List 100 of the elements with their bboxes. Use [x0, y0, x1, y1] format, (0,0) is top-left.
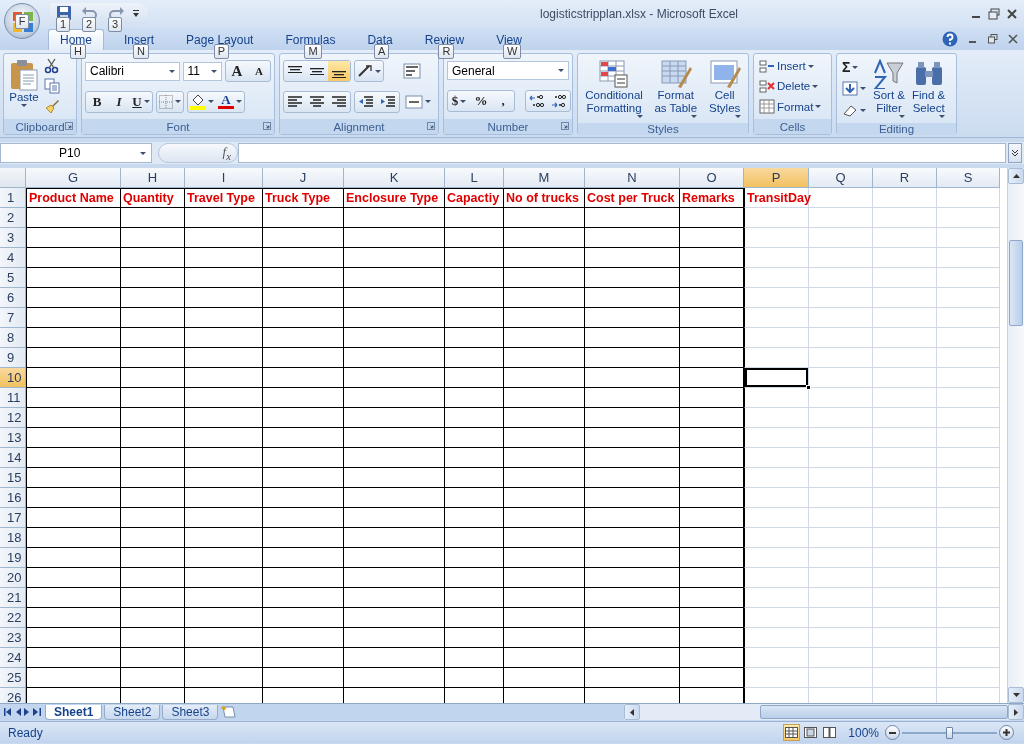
horizontal-scrollbar[interactable] — [624, 704, 1024, 720]
ribbon-button[interactable]: Delete — [757, 78, 824, 95]
ribbon-button[interactable]: Insert — [757, 57, 824, 75]
slider-thumb[interactable] — [945, 726, 953, 739]
first-sheet-icon[interactable] — [4, 708, 12, 716]
caret-icon[interactable] — [211, 69, 217, 73]
caret-icon[interactable] — [460, 99, 467, 103]
row-header[interactable]: 25 — [0, 668, 26, 688]
paintbrush-icon[interactable] — [44, 98, 60, 115]
column-header[interactable]: G — [26, 168, 121, 188]
sheet-tab[interactable]: Sheet2 — [104, 704, 161, 720]
percent-button[interactable]: % — [470, 91, 492, 111]
customize-caret-icon[interactable] — [132, 10, 140, 18]
close-icon[interactable] — [1006, 8, 1018, 20]
caret-icon[interactable] — [168, 69, 175, 73]
ribbon-button[interactable]: Conditional Formatting — [583, 57, 645, 120]
formula-field[interactable] — [238, 143, 1006, 163]
caret-icon[interactable] — [812, 85, 819, 88]
caret-icon[interactable] — [899, 115, 905, 118]
scrollbar-thumb[interactable] — [759, 705, 1009, 719]
row-header[interactable]: 5 — [0, 268, 26, 288]
restore-icon[interactable] — [988, 34, 998, 44]
column-header[interactable]: Q — [809, 168, 873, 188]
row-header[interactable]: 3 — [0, 228, 26, 248]
dialog-launcher-icon[interactable] — [561, 122, 569, 130]
next-sheet-icon[interactable] — [24, 708, 30, 716]
scroll-down-button[interactable] — [1008, 687, 1024, 703]
row-header[interactable]: 2 — [0, 208, 26, 228]
caret-icon[interactable] — [734, 115, 741, 118]
caret-icon[interactable] — [852, 65, 859, 69]
row-header[interactable]: 20 — [0, 568, 26, 588]
column-header[interactable]: P — [744, 168, 809, 188]
caret-icon[interactable] — [236, 100, 242, 104]
caret-icon[interactable] — [425, 100, 431, 104]
shrink-font-button[interactable]: A — [248, 61, 270, 82]
page-layout-view-button[interactable] — [802, 724, 820, 741]
row-header[interactable]: 1 — [0, 188, 26, 208]
grow-font-button[interactable]: A — [226, 61, 248, 82]
scissors-icon[interactable] — [44, 58, 60, 75]
caret-icon[interactable] — [558, 69, 564, 72]
row-header[interactable]: 15 — [0, 468, 26, 488]
caret-icon[interactable] — [375, 69, 381, 73]
row-header[interactable]: 11 — [0, 388, 26, 408]
dialog-launcher-icon[interactable] — [263, 122, 271, 130]
row-header[interactable]: 12 — [0, 408, 26, 428]
row-header[interactable]: 24 — [0, 648, 26, 668]
row-header[interactable]: 4 — [0, 248, 26, 268]
italic-button[interactable]: I — [108, 91, 130, 112]
previous-sheet-icon[interactable] — [15, 708, 21, 716]
sheet-tab[interactable]: Sheet3 — [162, 704, 219, 720]
number-format-field[interactable]: General — [447, 61, 569, 80]
normal-view-button[interactable] — [783, 724, 801, 741]
column-header[interactable]: L — [445, 168, 504, 188]
dialog-launcher-icon[interactable] — [427, 122, 435, 130]
row-header[interactable]: 17 — [0, 508, 26, 528]
vertical-scrollbar[interactable] — [1007, 168, 1024, 703]
row-header[interactable]: 8 — [0, 328, 26, 348]
caret-icon[interactable] — [21, 104, 27, 107]
name-box[interactable]: P10 — [0, 143, 152, 163]
sheet-tab[interactable]: Sheet1 — [45, 704, 103, 720]
column-header[interactable]: M — [504, 168, 585, 188]
caret-icon[interactable] — [143, 100, 150, 104]
row-header[interactable]: 9 — [0, 348, 26, 368]
column-header[interactable]: R — [873, 168, 937, 188]
autosum-button[interactable]: Σ — [840, 58, 868, 77]
last-sheet-icon[interactable] — [33, 708, 41, 716]
column-header[interactable]: S — [937, 168, 1000, 188]
bold-button[interactable]: B — [86, 91, 108, 112]
caret-icon[interactable] — [208, 100, 214, 104]
scroll-up-button[interactable] — [1008, 168, 1024, 184]
page-break-view-button[interactable] — [821, 724, 839, 741]
selected-cell[interactable] — [744, 368, 809, 388]
row-header[interactable]: 21 — [0, 588, 26, 608]
caret-icon[interactable] — [691, 115, 698, 118]
underline-button[interactable]: U — [130, 91, 152, 112]
font-name-field[interactable]: Calibri — [85, 61, 180, 81]
caret-icon[interactable] — [815, 105, 822, 109]
caret-icon[interactable] — [860, 108, 866, 112]
row-header[interactable]: 14 — [0, 448, 26, 468]
caret-icon[interactable] — [175, 100, 181, 104]
wrap-text-icon[interactable] — [403, 63, 421, 80]
align-bottom-button[interactable] — [328, 61, 350, 82]
column-header[interactable]: I — [185, 168, 263, 188]
row-header[interactable]: 18 — [0, 528, 26, 548]
zoom-in-button[interactable] — [999, 725, 1014, 740]
ribbon-button[interactable]: Format as Table — [652, 57, 700, 120]
comma-button[interactable]: , — [492, 91, 514, 111]
merge-button[interactable] — [403, 93, 433, 110]
fill-handle[interactable] — [806, 385, 811, 390]
currency-button[interactable]: $ — [448, 91, 470, 111]
column-header[interactable]: H — [121, 168, 185, 188]
row-header[interactable]: 23 — [0, 628, 26, 648]
dialog-launcher-icon[interactable] — [65, 122, 73, 130]
ribbon-button[interactable]: Sort & Filter — [871, 57, 907, 120]
row-header[interactable]: 16 — [0, 488, 26, 508]
row-header[interactable]: 19 — [0, 548, 26, 568]
column-header[interactable]: J — [263, 168, 344, 188]
insert-sheet-icon[interactable] — [220, 705, 239, 719]
caret-icon[interactable] — [860, 87, 866, 91]
ribbon-button[interactable]: Cell Styles — [706, 57, 743, 120]
